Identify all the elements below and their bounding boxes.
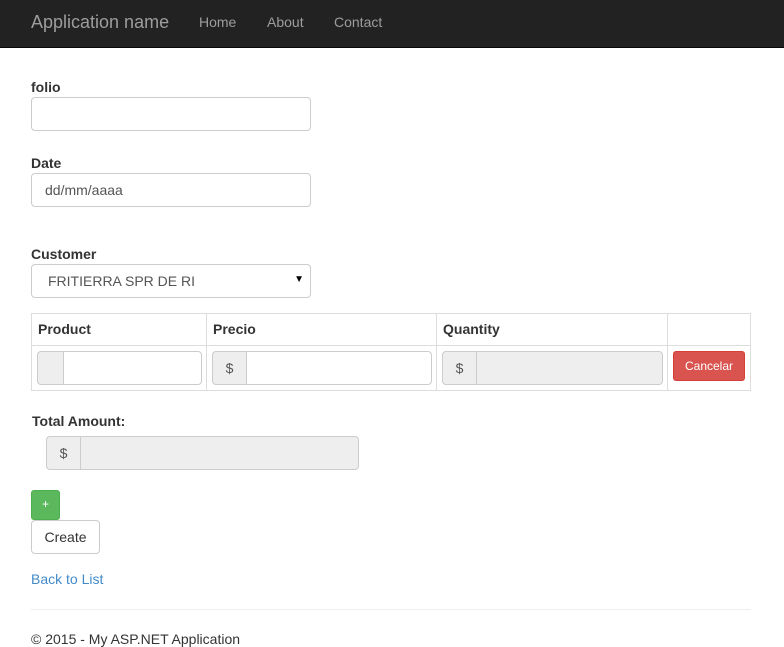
folio-label: folio xyxy=(31,79,61,95)
nav-contact[interactable]: Contact xyxy=(334,14,382,30)
table-row-precio-cell: $ xyxy=(206,345,437,391)
date-input[interactable]: dd/mm/aaaa xyxy=(31,173,311,207)
total-addon: $ xyxy=(46,436,80,470)
chevron-down-icon: ▼ xyxy=(294,274,304,285)
precio-input-group: $ xyxy=(212,351,432,385)
header-precio: Precio xyxy=(206,313,437,346)
back-to-list-link[interactable]: Back to List xyxy=(31,571,103,587)
product-input-group xyxy=(37,351,202,385)
header-product: Product xyxy=(31,313,207,346)
total-amount-input[interactable] xyxy=(80,436,359,470)
cancel-button[interactable]: Cancelar xyxy=(673,351,745,381)
header-actions xyxy=(667,313,751,346)
add-row-button[interactable]: + xyxy=(31,490,60,520)
customer-selected-value: FRITIERRA SPR DE RI xyxy=(48,273,196,289)
total-amount-group: $ xyxy=(46,436,359,470)
navbar: Application name Home About Contact xyxy=(0,0,784,48)
table-row-actions-cell: Cancelar xyxy=(667,345,751,391)
customer-label: Customer xyxy=(31,246,97,262)
header-quantity: Quantity xyxy=(436,313,668,346)
create-button[interactable]: Create xyxy=(31,520,100,554)
footer-text: © 2015 - My ASP.NET Application xyxy=(31,631,241,647)
products-table: Product Precio Quantity $ $ Cancelar xyxy=(31,313,751,391)
footer-divider xyxy=(31,609,751,610)
table-row-quantity-cell: $ xyxy=(436,345,668,391)
brand-link[interactable]: Application name xyxy=(31,12,169,33)
product-addon xyxy=(37,351,63,385)
folio-input[interactable] xyxy=(31,97,311,131)
precio-input[interactable] xyxy=(246,351,432,385)
quantity-input[interactable] xyxy=(476,351,663,385)
product-input[interactable] xyxy=(63,351,202,385)
quantity-addon: $ xyxy=(442,351,476,385)
table-row-product-cell xyxy=(31,345,207,391)
total-amount-label: Total Amount: xyxy=(32,413,126,429)
quantity-input-group: $ xyxy=(442,351,663,385)
customer-select[interactable]: FRITIERRA SPR DE RI ▼ xyxy=(31,264,311,298)
date-label: Date xyxy=(31,155,62,171)
nav-home[interactable]: Home xyxy=(199,14,236,30)
precio-addon: $ xyxy=(212,351,246,385)
nav-about[interactable]: About xyxy=(267,14,304,30)
date-input-value: dd/mm/aaaa xyxy=(45,182,123,198)
